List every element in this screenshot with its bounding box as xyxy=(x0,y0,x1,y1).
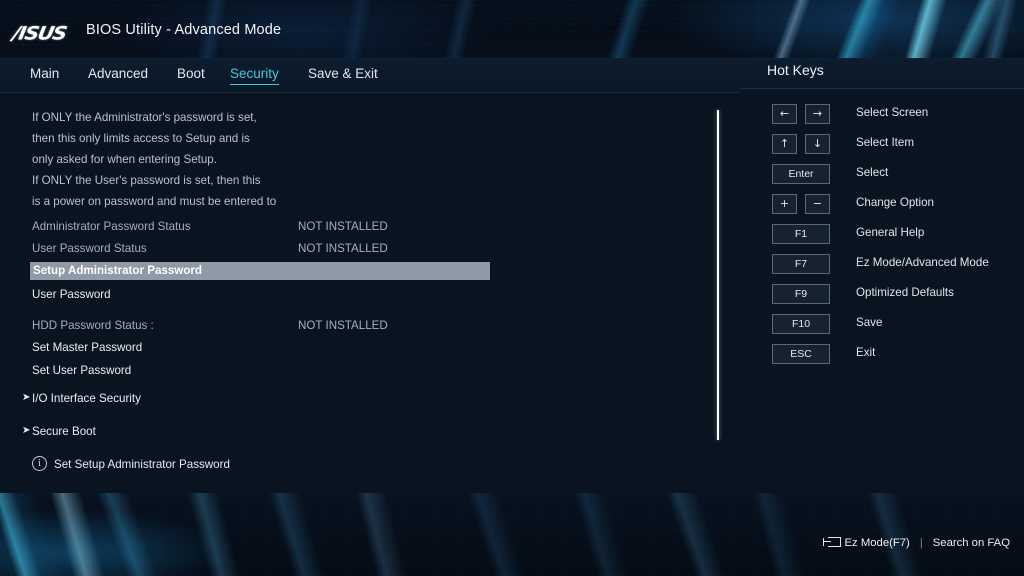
tab-boot[interactable]: Boot xyxy=(177,66,205,84)
hotkey-key-button[interactable]: → xyxy=(805,104,830,124)
tab-advanced[interactable]: Advanced xyxy=(88,66,148,84)
panel-divider xyxy=(717,110,719,440)
hot-keys-title: Hot Keys xyxy=(767,62,824,78)
hotkey-key-button[interactable]: Enter xyxy=(772,164,830,184)
footer-bar: Ez Mode(F7) | Search on FAQ xyxy=(0,493,1024,576)
hotkey-key-button[interactable]: F9 xyxy=(772,284,830,304)
hotkey-key-button[interactable]: ← xyxy=(772,104,797,124)
setting-row[interactable]: ➤ Secure Boot xyxy=(22,423,500,442)
status-row: Administrator Password Status NOT INSTALL… xyxy=(30,218,500,237)
hotkey-description: Ez Mode/Advanced Mode xyxy=(856,256,989,269)
description-line: is a power on password and must be enter… xyxy=(30,193,500,212)
status-row: User Password Status NOT INSTALLED xyxy=(30,240,500,259)
hotkey-row: ESC Exit xyxy=(740,344,1024,374)
hotkey-key-button[interactable]: F1 xyxy=(772,224,830,244)
tab-security[interactable]: Security xyxy=(230,66,279,85)
hot-keys-panel: ← → Select Screen ↑ ↓ Select Item Enter Select +… xyxy=(740,96,1024,386)
hotkey-row: Enter Select xyxy=(740,164,1024,194)
setting-row[interactable]: Set User Password xyxy=(30,362,500,381)
setting-label: Setup Administrator Password xyxy=(33,264,202,277)
hotkey-key-button[interactable]: ↓ xyxy=(805,134,830,154)
hotkey-description: Select Screen xyxy=(856,106,929,119)
setting-label: User Password xyxy=(32,288,111,301)
description-line: If ONLY the User's password is set, then… xyxy=(30,172,500,191)
setting-row[interactable]: Setup Administrator Password xyxy=(30,262,490,280)
info-icon: i xyxy=(32,456,47,471)
hotkey-key-button[interactable]: F7 xyxy=(772,254,830,274)
description-line: If ONLY the Administrator's password is … xyxy=(30,109,500,128)
hotkey-description: General Help xyxy=(856,226,925,239)
hotkey-row: F9 Optimized Defaults xyxy=(740,284,1024,314)
asus-logo: /ISUS xyxy=(10,21,68,45)
hotkey-description: Exit xyxy=(856,346,876,359)
hotkey-description: Save xyxy=(856,316,883,329)
row-label: is a power on password and must be enter… xyxy=(32,195,277,208)
hotkey-row: + − Change Option xyxy=(740,194,1024,224)
hotkey-key-button[interactable]: + xyxy=(772,194,797,214)
row-label: HDD Password Status : xyxy=(32,319,154,332)
row-label: If ONLY the User's password is set, then… xyxy=(32,174,261,187)
status-value: NOT INSTALLED xyxy=(298,319,388,332)
app-title: BIOS Utility - Advanced Mode xyxy=(86,22,282,38)
title-bar: /ISUS BIOS Utility - Advanced Mode xyxy=(0,0,1024,58)
footer-links: Ez Mode(F7) | Search on FAQ xyxy=(822,537,1010,549)
help-text: Set Setup Administrator Password xyxy=(54,458,230,471)
hotkey-key-button[interactable]: − xyxy=(805,194,830,214)
status-value: NOT INSTALLED xyxy=(298,242,388,255)
hotkey-description: Optimized Defaults xyxy=(856,286,954,299)
help-info-bar: i Set Setup Administrator Password xyxy=(30,455,500,477)
hotkey-description: Select xyxy=(856,166,889,179)
submenu-arrow-icon: ➤ xyxy=(22,425,31,436)
ez-mode-button[interactable]: Ez Mode(F7) xyxy=(822,537,910,549)
hotkey-key-button[interactable]: ESC xyxy=(772,344,830,364)
setting-row[interactable]: User Password xyxy=(30,286,500,305)
footer-separator: | xyxy=(919,537,923,549)
hotkey-row: F10 Save xyxy=(740,314,1024,344)
ez-mode-label: Ez Mode(F7) xyxy=(844,537,910,549)
row-label: User Password Status xyxy=(32,242,147,255)
security-settings-panel: If ONLY the Administrator's password is … xyxy=(0,93,740,493)
hotkey-description: Select Item xyxy=(856,136,914,149)
hotkey-row: F7 Ez Mode/Advanced Mode xyxy=(740,254,1024,284)
hotkey-row: ← → Select Screen xyxy=(740,104,1024,134)
setting-label: Secure Boot xyxy=(32,425,96,438)
hotkey-key-button[interactable]: F10 xyxy=(772,314,830,334)
row-label: If ONLY the Administrator's password is … xyxy=(32,111,257,124)
setting-label: Set Master Password xyxy=(32,341,143,354)
setting-row[interactable]: Set Master Password xyxy=(30,339,500,358)
hotkey-row: F1 General Help xyxy=(740,224,1024,254)
search-faq-link[interactable]: Search on FAQ xyxy=(933,537,1010,549)
setting-label: Set User Password xyxy=(32,364,132,377)
row-label: Administrator Password Status xyxy=(32,220,191,233)
tab-save-exit[interactable]: Save & Exit xyxy=(308,66,378,84)
submenu-arrow-icon: ➤ xyxy=(22,392,31,403)
tab-main[interactable]: Main xyxy=(30,66,59,84)
row-label: then this only limits access to Setup an… xyxy=(32,132,250,145)
hotkey-row: ↑ ↓ Select Item xyxy=(740,134,1024,164)
description-line: only asked for when entering Setup. xyxy=(30,151,500,170)
status-value: NOT INSTALLED xyxy=(298,220,388,233)
hot-keys-divider xyxy=(740,88,1024,89)
hotkey-key-button[interactable]: ↑ xyxy=(772,134,797,154)
setting-label: I/O Interface Security xyxy=(32,392,141,405)
row-label: only asked for when entering Setup. xyxy=(32,153,217,166)
status-row: HDD Password Status : NOT INSTALLED xyxy=(30,317,500,336)
setting-row[interactable]: ➤ I/O Interface Security xyxy=(22,390,500,409)
hotkey-description: Change Option xyxy=(856,196,934,209)
description-line: then this only limits access to Setup an… xyxy=(30,130,500,149)
ez-mode-icon xyxy=(822,537,841,547)
